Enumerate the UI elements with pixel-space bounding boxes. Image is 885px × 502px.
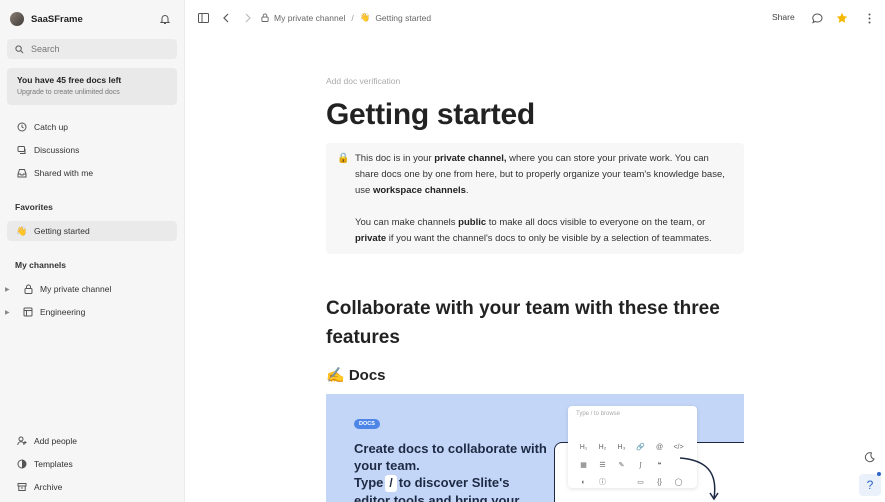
forward-arrow-icon[interactable]: [242, 12, 254, 24]
mention-icon: @: [655, 443, 664, 451]
lock-icon: [23, 284, 33, 294]
discussion-icon: [17, 145, 27, 155]
help-button[interactable]: ?: [859, 474, 881, 496]
star-icon[interactable]: [836, 12, 848, 24]
lock-emoji-icon: 🔒: [337, 153, 350, 164]
workspace-avatar: [10, 12, 24, 26]
breadcrumb-channel[interactable]: My private channel: [274, 13, 345, 23]
tool-row: ▦ ☰ ✎ ∫ ❝: [574, 458, 669, 472]
nav-label: Discussions: [34, 145, 80, 155]
formula-icon: ∫: [639, 461, 642, 469]
braces-icon: {}: [657, 478, 662, 486]
section-heading[interactable]: Collaborate with your team with these th…: [326, 294, 746, 352]
nav-shared-with-me[interactable]: Shared with me: [7, 163, 177, 183]
chevron-right-icon[interactable]: ▶: [5, 309, 10, 316]
pen-icon: ✎: [618, 462, 625, 469]
docs-badge: DOCS: [354, 419, 380, 429]
channel-icon: [23, 307, 33, 317]
doc-title[interactable]: Getting started: [326, 98, 535, 132]
menu-placeholder: Type / to browse: [576, 411, 621, 417]
more-options-icon[interactable]: [863, 12, 875, 24]
inbox-icon: [17, 168, 27, 178]
slash-key: /: [385, 475, 397, 492]
tool-row: ◐ ⓘ ▭ {} ◯: [574, 475, 688, 489]
clock-icon: [17, 122, 27, 132]
favorite-label: Getting started: [34, 226, 90, 236]
table-icon: ▦: [580, 462, 587, 469]
channel-label: My private channel: [40, 284, 112, 294]
footer-label: Templates: [34, 459, 73, 469]
nav-label: Shared with me: [34, 168, 94, 178]
quote-icon: ❝: [657, 462, 662, 469]
tool-row: H₁ H₂ H₃ 🔗 @ </>: [574, 440, 688, 454]
search-icon: [15, 44, 24, 53]
nav-discussions[interactable]: Discussions: [7, 140, 177, 160]
sidebar-toggle-icon[interactable]: [197, 12, 209, 24]
wave-emoji: 👋: [16, 225, 28, 236]
upgrade-promo[interactable]: You have 45 free docs left Upgrade to cr…: [7, 68, 177, 105]
docs-illustration: DOCS Create docs to collaborate with you…: [326, 394, 744, 502]
breadcrumb-doc[interactable]: Getting started: [375, 13, 431, 23]
footer-label: Archive: [34, 482, 63, 492]
notification-dot: [877, 472, 881, 476]
chevron-right-icon[interactable]: ▶: [5, 286, 10, 293]
search-label: Search: [31, 44, 60, 54]
archive-icon: [17, 482, 27, 492]
list-icon: ☰: [599, 462, 606, 469]
link-icon: 🔗: [636, 444, 645, 451]
lock-icon: [261, 13, 269, 22]
heading2-icon: H₂: [598, 443, 607, 451]
add-doc-verification-link[interactable]: Add doc verification: [326, 76, 400, 86]
nav-catch-up[interactable]: Catch up: [7, 117, 177, 137]
embed-icon: ▭: [637, 479, 644, 486]
contrast-icon: ◐: [581, 478, 586, 486]
spacer-icon: [612, 475, 631, 489]
dark-mode-toggle-icon[interactable]: [864, 452, 876, 464]
channel-label: Engineering: [40, 307, 86, 317]
footer-label: Add people: [34, 436, 78, 446]
channel-item-engineering[interactable]: ▶ Engineering: [5, 302, 177, 322]
favorite-item-getting-started[interactable]: 👋 Getting started: [7, 221, 177, 241]
favorites-heading: Favorites: [15, 202, 53, 212]
promo-subtitle: Upgrade to create unlimited docs: [17, 89, 120, 96]
callout-paragraph: This doc is in your private channel, whe…: [355, 153, 725, 196]
comment-icon[interactable]: [811, 12, 823, 24]
templates-button[interactable]: Templates: [7, 454, 177, 474]
breadcrumb: My private channel / 👋 Getting started: [261, 12, 431, 23]
search-input[interactable]: Search: [7, 39, 177, 59]
heading3-icon: H₃: [617, 443, 626, 451]
back-arrow-icon[interactable]: [220, 12, 232, 24]
info-icon: ⓘ: [599, 479, 606, 486]
breadcrumb-separator: /: [351, 12, 354, 23]
heading1-icon: H₁: [579, 443, 588, 451]
add-person-icon: [17, 436, 27, 446]
top-bar: My private channel / 👋 Getting started S…: [185, 0, 885, 36]
add-people-button[interactable]: Add people: [7, 431, 177, 451]
sidebar: SaaSFrame Search You have 45 free docs l…: [0, 0, 185, 502]
callout-paragraph: You can make channels public to make all…: [355, 217, 712, 244]
archive-button[interactable]: Archive: [7, 477, 177, 497]
promo-title: You have 45 free docs left: [17, 75, 122, 85]
curved-arrow-icon: [679, 457, 719, 501]
channels-heading: My channels: [15, 260, 67, 270]
banner-text: Create docs to collaborate with your tea…: [354, 441, 547, 502]
templates-icon: [17, 459, 27, 469]
nav-label: Catch up: [34, 122, 69, 132]
bell-icon[interactable]: [159, 12, 171, 24]
workspace-switcher[interactable]: SaaSFrame: [10, 10, 175, 28]
subsection-heading[interactable]: ✍️ Docs: [326, 366, 386, 384]
workspace-name: SaaSFrame: [31, 13, 83, 25]
share-button[interactable]: Share: [772, 12, 795, 22]
code-icon: </>: [673, 443, 684, 451]
channel-item-private[interactable]: ▶ My private channel: [5, 279, 177, 299]
callout-block[interactable]: 🔒 This doc is in your private channel, w…: [326, 143, 744, 254]
wave-emoji: 👋: [359, 12, 371, 22]
